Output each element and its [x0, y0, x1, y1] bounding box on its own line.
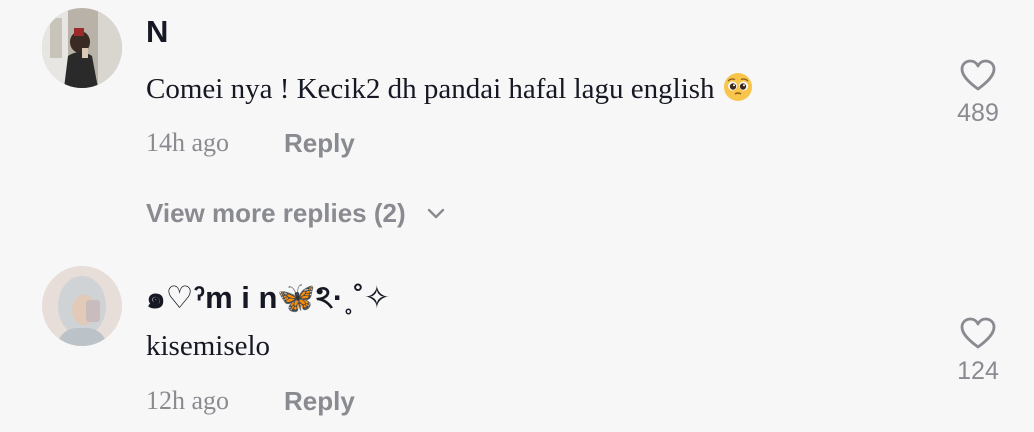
pleading-face-emoji-icon [723, 72, 753, 110]
comment-username[interactable]: N [146, 14, 168, 50]
chevron-down-icon [427, 208, 445, 219]
comment-text: kisemiselo [146, 330, 271, 362]
like-count: 489 [957, 99, 999, 127]
comment-timestamp: 14h ago [146, 128, 230, 157]
avatar[interactable] [42, 8, 122, 88]
view-more-replies-label: View more replies (2) [146, 198, 406, 228]
comment-timestamp: 12h ago [146, 386, 230, 415]
avatar[interactable] [42, 266, 122, 346]
heart-outline-icon[interactable] [959, 316, 997, 350]
reply-button[interactable]: Reply [284, 128, 355, 159]
like-button[interactable]: 489 [950, 58, 1006, 128]
comment-text: Comei nya ! Kecik2 dh pandai hafal lagu … [146, 72, 753, 110]
comment-username[interactable]: ๑♡ˀm i n🦋ঽ·˳˚✧ [146, 272, 390, 326]
like-button[interactable]: 124 [950, 316, 1006, 386]
heart-outline-icon[interactable] [959, 58, 997, 92]
like-count: 124 [957, 357, 999, 385]
reply-button[interactable]: Reply [284, 386, 355, 417]
view-more-replies-button[interactable]: View more replies (2) [146, 198, 445, 229]
comment-text-content: Comei nya ! Kecik2 dh pandai hafal lagu … [146, 73, 715, 105]
